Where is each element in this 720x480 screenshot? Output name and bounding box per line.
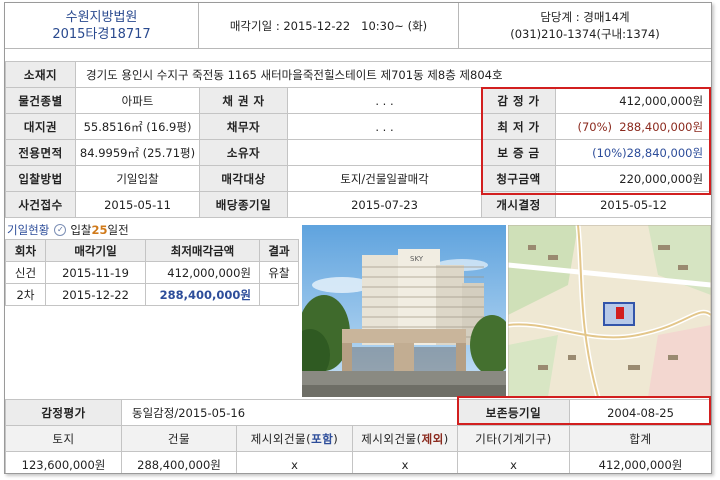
type-label: 물건종별 bbox=[5, 87, 76, 114]
tower-sign: SKY bbox=[410, 255, 424, 263]
area-label: 전용면적 bbox=[5, 139, 76, 166]
amount: 288,400,000원 bbox=[145, 283, 260, 306]
date: 2015-12-22 bbox=[45, 283, 146, 306]
department-phone: (031)210-1374(구내:1374) bbox=[510, 27, 660, 41]
price-highlight-box bbox=[481, 87, 711, 195]
total-amount: 412,000,000원 bbox=[569, 451, 711, 473]
bid-days-suffix: 일전 bbox=[107, 222, 129, 237]
table-row: 토지 건물 제시외건물(포함) 제시외건물(제외) 기타(기계기구) 합계 bbox=[5, 425, 711, 452]
bid-countdown: 입찰25일전 bbox=[70, 222, 128, 238]
bid-method-label: 입찰방법 bbox=[5, 165, 76, 192]
bid-status-label: 기일현황 bbox=[7, 222, 50, 237]
land-right-value: 55.8516㎡ (16.9평) bbox=[75, 113, 200, 140]
creditor-value: . . . bbox=[287, 87, 482, 114]
total-col-label: 합계 bbox=[569, 425, 711, 452]
address-row: 소재지 경기도 용인시 수지구 죽전동 1165 새터마을죽전힐스테이트 제70… bbox=[5, 61, 711, 88]
extra-incl-suffix: ) bbox=[333, 431, 339, 446]
map-illustration bbox=[508, 225, 711, 397]
department-cell: 담당계 : 경매14계 (031)210-1374(구내:1374) bbox=[459, 3, 711, 49]
land-amount: 123,600,000원 bbox=[5, 451, 122, 473]
date: 2015-11-19 bbox=[45, 261, 146, 284]
dividend-deadline-value: 2015-07-23 bbox=[287, 191, 482, 218]
debtor-value: . . . bbox=[287, 113, 482, 140]
table-row: 신건 2015-11-19 412,000,000원 유찰 bbox=[5, 261, 299, 284]
extra-excl-suffix: ) bbox=[443, 431, 449, 446]
excl-word: 제외 bbox=[421, 431, 444, 446]
building-col-label: 건물 bbox=[121, 425, 237, 452]
land-right-label: 대지권 bbox=[5, 113, 76, 140]
extra-incl-prefix: 제시외건물( bbox=[250, 431, 312, 446]
table-row: 123,600,000원 288,400,000원 x x x 412,000,… bbox=[5, 451, 711, 473]
sale-target-value: 토지/건물일괄매각 bbox=[287, 165, 482, 192]
court-cell: 수원지방법원 2015타경18717 bbox=[5, 3, 199, 49]
building-amount: 288,400,000원 bbox=[121, 451, 237, 473]
col-date: 매각기일 bbox=[45, 239, 146, 262]
sale-target-label: 매각대상 bbox=[199, 165, 288, 192]
bid-status-title: 기일현황 ✓ 입찰25일전 bbox=[7, 221, 129, 238]
owner-value bbox=[287, 139, 482, 166]
appraisal-eval-label: 감정평가 bbox=[5, 399, 122, 426]
received-value: 2015-05-11 bbox=[75, 191, 200, 218]
case-number: 2015타경18717 bbox=[52, 27, 151, 42]
debtor-label: 채무자 bbox=[199, 113, 288, 140]
decision-label: 개시결정 bbox=[481, 191, 556, 218]
court-name: 수원지방법원 bbox=[65, 10, 138, 25]
result: 유찰 bbox=[259, 261, 299, 284]
area-value: 84.9959㎡ (25.71평) bbox=[75, 139, 200, 166]
bid-header-row: 회차 매각기일 최저매각금액 결과 bbox=[5, 239, 299, 262]
table-row: 사건접수 2015-05-11 배당종기일 2015-07-23 개시결정 20… bbox=[5, 191, 711, 218]
decision-value: 2015-05-12 bbox=[554, 191, 711, 218]
address-label: 소재지 bbox=[5, 61, 76, 88]
extra-excl-prefix: 제시외건물( bbox=[361, 431, 422, 446]
address-value: 경기도 용인시 수지구 죽전동 1165 새터마을죽전힐스테이트 제701동 제… bbox=[74, 61, 711, 88]
building-photo[interactable]: SKY bbox=[302, 225, 506, 397]
col-result: 결과 bbox=[259, 239, 299, 262]
bid-method-value: 기일입찰 bbox=[75, 165, 200, 192]
creditor-label: 채 권 자 bbox=[199, 87, 288, 114]
department: 담당계 : 경매14계 bbox=[540, 10, 630, 24]
col-round: 회차 bbox=[5, 239, 46, 262]
bid-history-table: 회차 매각기일 최저매각금액 결과 신건 2015-11-19 412,000,… bbox=[5, 239, 299, 306]
check-circle-icon: ✓ bbox=[54, 223, 67, 236]
extra-incl-amount: x bbox=[236, 451, 353, 473]
extra-excl-amount: x bbox=[352, 451, 458, 473]
case-header: 수원지방법원 2015타경18717 매각기일 : 2015-12-22 10:… bbox=[5, 3, 711, 49]
bid-prefix: 입찰 bbox=[70, 222, 92, 237]
result bbox=[259, 283, 299, 306]
other-col-label: 기타(기계기구) bbox=[457, 425, 570, 452]
amount: 412,000,000원 bbox=[145, 261, 260, 284]
table-row: 2차 2015-12-22 288,400,000원 bbox=[5, 283, 299, 306]
appraisal-eval-value: 동일감정/2015-05-16 bbox=[121, 399, 458, 426]
registration-highlight-box bbox=[457, 396, 711, 425]
type-value: 아파트 bbox=[75, 87, 200, 114]
extra-incl-col-label: 제시외건물(포함) bbox=[236, 425, 353, 452]
auction-info-sheet: 수원지방법원 2015타경18717 매각기일 : 2015-12-22 10:… bbox=[4, 2, 712, 474]
building-illustration: SKY bbox=[302, 225, 506, 397]
round: 2차 bbox=[5, 283, 46, 306]
owner-label: 소유자 bbox=[199, 139, 288, 166]
dividend-deadline-label: 배당종기일 bbox=[199, 191, 288, 218]
sale-date-cell: 매각기일 : 2015-12-22 10:30~ (화) bbox=[199, 3, 459, 49]
sale-date: 매각기일 : 2015-12-22 10:30~ (화) bbox=[229, 19, 428, 33]
incl-word: 포함 bbox=[311, 431, 334, 446]
col-min-amount: 최저매각금액 bbox=[145, 239, 260, 262]
received-label: 사건접수 bbox=[5, 191, 76, 218]
extra-excl-col-label: 제시외건물(제외) bbox=[352, 425, 458, 452]
land-col-label: 토지 bbox=[5, 425, 122, 452]
other-amount: x bbox=[457, 451, 570, 473]
bid-days: 25 bbox=[91, 222, 108, 237]
round: 신건 bbox=[5, 261, 46, 284]
location-map[interactable] bbox=[508, 225, 711, 397]
